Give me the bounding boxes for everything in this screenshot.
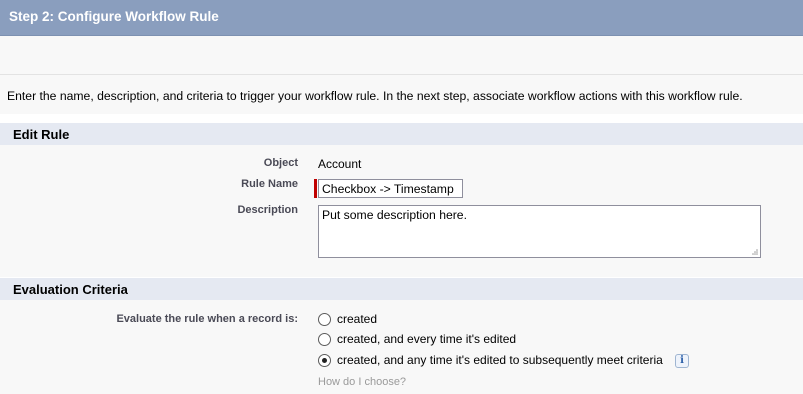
radio-label[interactable]: created, and any time it's edited to sub… — [337, 353, 663, 367]
rule-name-label: Rule Name — [241, 178, 298, 190]
description-label: Description — [237, 204, 298, 216]
intro-band: Enter the name, description, and criteri… — [0, 74, 803, 114]
step-header: Step 2: Configure Workflow Rule — [0, 0, 803, 36]
radio-selected-dot — [322, 358, 327, 363]
header-spacer — [0, 36, 803, 74]
object-label: Object — [263, 157, 298, 169]
edit-rule-section-header: Edit Rule — [0, 122, 803, 145]
object-value: Account — [318, 157, 362, 171]
evaluation-section-title: Evaluation Criteria — [13, 282, 128, 297]
radio-button[interactable] — [318, 333, 331, 346]
how-do-i-choose-link[interactable]: How do I choose? — [318, 376, 406, 388]
radio-label[interactable]: created — [337, 312, 377, 326]
radio-button[interactable] — [318, 313, 331, 326]
step-title: Step 2: Configure Workflow Rule — [9, 9, 219, 24]
evaluate-when-label: Evaluate the rule when a record is: — [116, 313, 298, 325]
intro-text: Enter the name, description, and criteri… — [7, 89, 743, 103]
resize-grip-icon[interactable] — [749, 246, 759, 256]
rule-name-input[interactable] — [318, 179, 463, 198]
description-textarea[interactable]: Put some description here. — [318, 205, 761, 258]
workflow-rule-page: Step 2: Configure Workflow Rule Enter th… — [0, 0, 803, 394]
radio-button-selected[interactable] — [318, 354, 331, 367]
info-icon[interactable]: i — [675, 354, 689, 368]
edit-rule-section-title: Edit Rule — [13, 127, 70, 142]
radio-label[interactable]: created, and every time it's edited — [337, 332, 516, 346]
evaluation-section-header: Evaluation Criteria — [0, 277, 803, 300]
required-marker — [314, 179, 317, 198]
